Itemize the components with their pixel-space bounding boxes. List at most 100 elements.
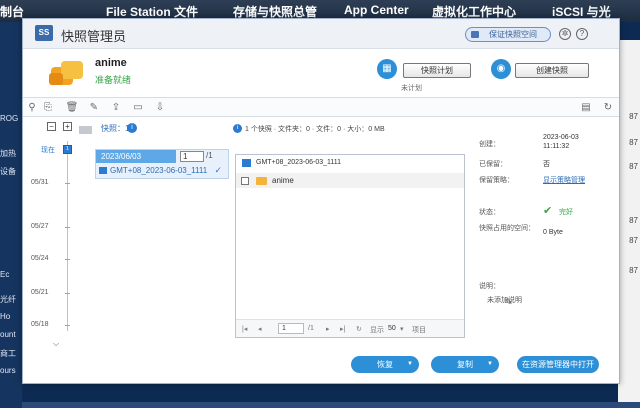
refresh-icon[interactable]: ↻ <box>601 101 615 114</box>
per-page-select[interactable]: 50 <box>388 325 396 332</box>
chevron-down-icon: ▼ <box>407 361 413 367</box>
snapshot-item[interactable]: GMT+08_2023-06-03_1111 ✓ <box>96 164 228 178</box>
upload-icon[interactable]: ⇪ <box>109 101 123 114</box>
snapshot-page-input[interactable]: 1 <box>180 151 204 162</box>
timeline-tick <box>65 293 70 294</box>
restore-button-label: 恢复 <box>377 360 393 369</box>
snapshot-schedule-button[interactable]: 快照计划 <box>403 63 471 78</box>
desktop-right-item: 87 <box>629 236 638 245</box>
created-time: 11:11:32 <box>543 143 570 150</box>
desktop-app-item[interactable]: 制台 <box>0 3 24 20</box>
info-icon[interactable]: i <box>127 123 137 133</box>
desktop-right-panel: 87 87 87 87 87 87 <box>618 40 640 408</box>
timeline-date: 05/21 <box>31 289 49 296</box>
timeline-snapshot-marker[interactable]: 1 <box>63 145 72 154</box>
desktop-bottom-bar <box>22 402 640 408</box>
timeline-now-label: 现在 <box>41 147 55 154</box>
desktop-right-item: 87 <box>629 216 638 225</box>
take-snapshot-button[interactable]: 创建快照 <box>515 63 589 78</box>
edit-icon[interactable]: ✎ <box>87 101 101 114</box>
share-folder-icon <box>49 57 85 87</box>
desktop-app-item[interactable]: App Center <box>344 3 409 17</box>
timeline-badge <box>79 126 92 134</box>
desktop-left-item: 加热 <box>0 149 16 158</box>
desktop-left-panel: ROG 加热 设备 Ec 光纤 Ho ount 商工 ours <box>0 22 22 408</box>
desktop-left-item: 光纤 <box>0 295 16 304</box>
zoom-in-button[interactable]: + <box>63 122 72 131</box>
timeline-tick <box>65 325 70 326</box>
guarantee-space-button[interactable]: 保证快照空间 <box>465 27 551 42</box>
delete-icon[interactable]: 🗑 <box>65 101 79 114</box>
timeline-tick <box>65 183 70 184</box>
folder-icon[interactable]: ▭ <box>131 101 145 114</box>
window-icon[interactable]: ▤ <box>579 101 593 114</box>
snapshot-count: 快照：1 <box>101 124 130 133</box>
first-page-icon[interactable]: |◂ <box>242 325 247 333</box>
next-page-icon[interactable]: ▸ <box>326 325 330 333</box>
policy-label: 保留策略： <box>479 177 514 184</box>
prev-page-icon[interactable]: ◂ <box>258 325 262 333</box>
refresh-icon[interactable]: ↻ <box>356 325 362 333</box>
zoom-out-button[interactable]: − <box>47 122 56 131</box>
folder-icon <box>256 177 267 185</box>
pagination-bar: |◂ ◂ 1 /1 ▸ ▸| ↻ 显示 50 ▾ 项目 <box>236 319 464 337</box>
file-row-name: anime <box>272 176 294 185</box>
dialog-title: 快照管理员 <box>61 29 127 44</box>
help-icon[interactable]: ? <box>576 28 588 40</box>
selected-check-icon: ✓ <box>214 165 222 175</box>
per-page-label: 显示 <box>370 327 384 334</box>
snapshot-page-total: /1 <box>206 151 213 160</box>
page-input[interactable]: 1 <box>278 323 304 334</box>
desktop-left-item: Ho <box>0 312 11 321</box>
file-browser-header: GMT+08_2023-06-03_1111 <box>236 155 464 171</box>
snapshot-icon <box>242 159 251 167</box>
desktop-left-item: Ec <box>0 270 10 279</box>
timeline-date: 05/31 <box>31 179 49 186</box>
policy-link[interactable]: 显示策略管理 <box>543 175 585 185</box>
desktop-right-item: 87 <box>629 266 638 275</box>
status-ok-icon: ✔ <box>543 205 553 217</box>
note-label: 说明： <box>479 283 500 290</box>
toolbar: ⚲ ⎘ 🗑 ✎ ⇪ ▭ ⇩ ▤ ↻ <box>23 97 619 117</box>
restore-button[interactable]: 恢复 ▼ <box>351 356 419 373</box>
timeline-date: 05/27 <box>31 223 49 230</box>
share-name: anime <box>95 57 127 69</box>
desktop-left-item: ount <box>0 330 16 339</box>
gear-icon[interactable]: ✲ <box>559 28 571 40</box>
created-label: 创建： <box>479 141 500 148</box>
desktop-right-item: 87 <box>629 138 638 147</box>
file-browser-panel: GMT+08_2023-06-03_1111 anime |◂ ◂ 1 /1 ▸… <box>235 154 465 338</box>
snapshot-app-icon: SS <box>35 25 53 41</box>
summary-info-icon: i <box>233 124 242 133</box>
snapshot-card[interactable]: 2023/06/03 1 /1 GMT+08_2023-06-03_1111 ✓ <box>95 149 229 179</box>
dialog-titlebar[interactable]: SS 快照管理员 保证快照空间 ✲ ? <box>23 19 619 49</box>
total-pages: /1 <box>308 325 314 332</box>
space-value: 0 Byte <box>543 229 563 236</box>
timeline-date: 05/18 <box>31 321 49 328</box>
clone-button[interactable]: 复制 ▼ <box>431 356 499 373</box>
retain-value: 否 <box>543 161 550 168</box>
snapshot-item-name: GMT+08_2023-06-03_1111 <box>110 166 208 175</box>
desktop-left-item: ours <box>0 366 16 375</box>
note-value: 未添加说明 <box>487 297 522 304</box>
row-checkbox[interactable] <box>241 177 249 185</box>
snapshot-icon <box>99 167 107 174</box>
guarantee-space-label: 保证快照空间 <box>489 30 537 39</box>
chevron-down-icon[interactable]: ▾ <box>400 325 404 333</box>
space-label: 快照占用的空间： <box>479 225 535 232</box>
items-label: 项目 <box>412 327 426 334</box>
schedule-icon[interactable]: ▦ <box>377 59 397 79</box>
chevron-down-icon: ▼ <box>487 361 493 367</box>
camera-icon[interactable]: ◉ <box>491 59 511 79</box>
restore-icon[interactable]: ⎘ <box>41 101 55 114</box>
timeline-axis <box>67 141 68 331</box>
file-row[interactable]: anime <box>236 173 464 188</box>
retain-label: 已保留： <box>479 161 507 168</box>
last-page-icon[interactable]: ▸| <box>340 325 345 333</box>
open-in-explorer-button[interactable]: 在资源管理器中打开 <box>517 356 599 373</box>
timeline-scroll-down-icon[interactable]: ⌵ <box>53 339 59 349</box>
download-icon[interactable]: ⇩ <box>153 101 167 114</box>
desktop-right-item: 87 <box>629 112 638 121</box>
share-status: 准备就绪 <box>95 75 132 85</box>
search-icon[interactable]: ⚲ <box>25 101 39 114</box>
